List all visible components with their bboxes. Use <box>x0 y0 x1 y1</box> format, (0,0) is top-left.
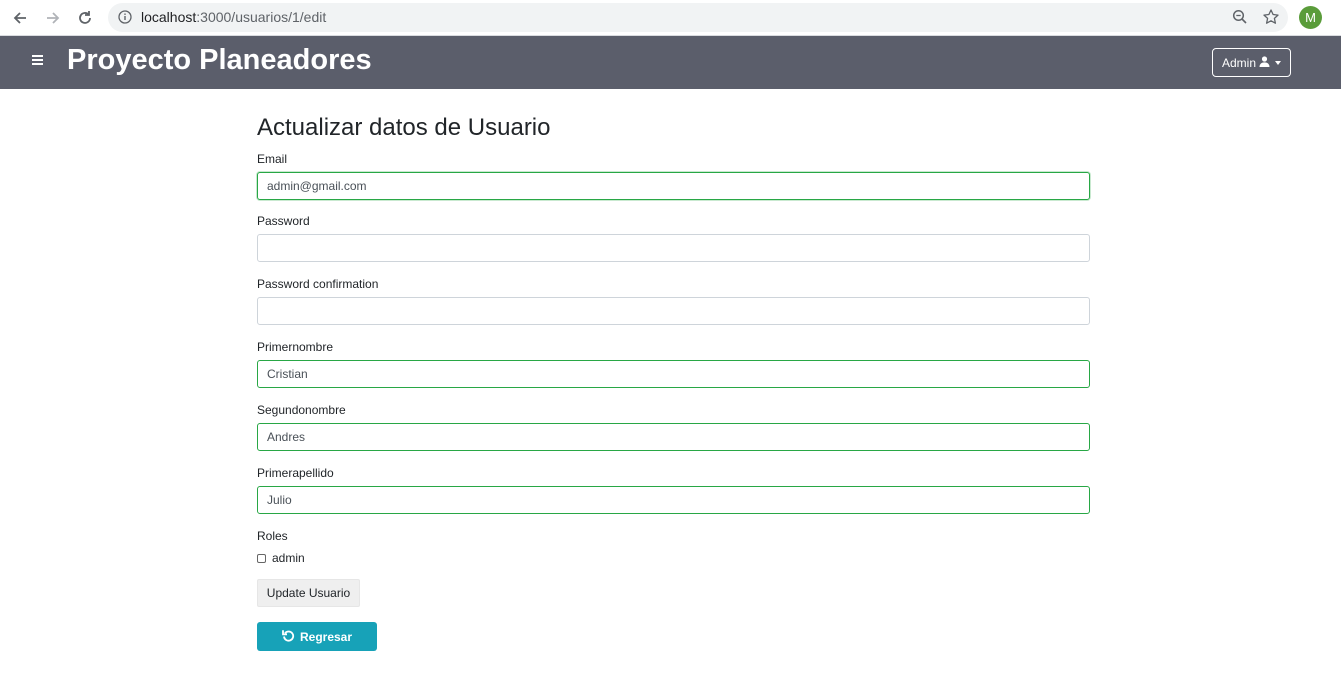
bookmark-star-icon[interactable] <box>1262 8 1280 31</box>
primernombre-field[interactable]: Cristian <box>257 360 1090 388</box>
forward-arrow-icon[interactable] <box>41 6 65 30</box>
role-admin-label: admin <box>272 551 305 565</box>
regresar-button[interactable]: Regresar <box>257 622 377 651</box>
page-title: Actualizar datos de Usuario <box>257 114 551 141</box>
user-menu-label: Admin <box>1221 55 1256 70</box>
brand-title[interactable]: Proyecto Planeadores <box>67 44 372 77</box>
site-info-icon[interactable] <box>118 10 132 29</box>
back-arrow-icon[interactable] <box>8 6 32 30</box>
password-confirmation-label: Password confirmation <box>257 277 379 291</box>
address-bar[interactable]: localhost:3000/usuarios/1/edit <box>108 3 1288 32</box>
user-icon <box>1259 55 1270 70</box>
update-usuario-button[interactable]: Update Usuario <box>257 579 360 607</box>
undo-icon <box>282 629 295 645</box>
password-label: Password <box>257 214 310 228</box>
chevron-down-icon <box>1275 60 1281 65</box>
primerapellido-label: Primerapellido <box>257 466 334 480</box>
hamburger-menu-icon[interactable] <box>32 55 45 68</box>
user-menu-button[interactable]: Admin <box>1212 48 1291 77</box>
primernombre-label: Primernombre <box>257 340 334 354</box>
email-label: Email <box>257 152 288 166</box>
password-field[interactable] <box>257 234 1090 262</box>
email-field[interactable]: admin@gmail.com <box>257 172 1090 200</box>
reload-icon[interactable] <box>73 6 97 30</box>
url-text: localhost:3000/usuarios/1/edit <box>141 9 326 25</box>
roles-label: Roles <box>257 529 288 543</box>
profile-avatar[interactable]: M <box>1299 6 1322 29</box>
zoom-icon[interactable] <box>1232 9 1248 30</box>
url-path: :3000/usuarios/1/edit <box>196 9 327 25</box>
edit-user-form: Actualizar datos de Usuario Email admin@… <box>257 110 1090 651</box>
primerapellido-field[interactable]: Julio <box>257 486 1090 514</box>
app-navbar: Proyecto Planeadores Admin <box>0 36 1341 89</box>
role-option-admin: admin <box>257 551 1090 565</box>
password-confirmation-field[interactable] <box>257 297 1090 325</box>
role-admin-checkbox[interactable] <box>257 553 266 563</box>
segundonombre-label: Segundonombre <box>257 403 346 417</box>
url-host: localhost <box>141 9 197 25</box>
regresar-label: Regresar <box>299 629 353 644</box>
browser-toolbar: localhost:3000/usuarios/1/edit M <box>0 0 1341 36</box>
segundonombre-field[interactable]: Andres <box>257 423 1090 451</box>
